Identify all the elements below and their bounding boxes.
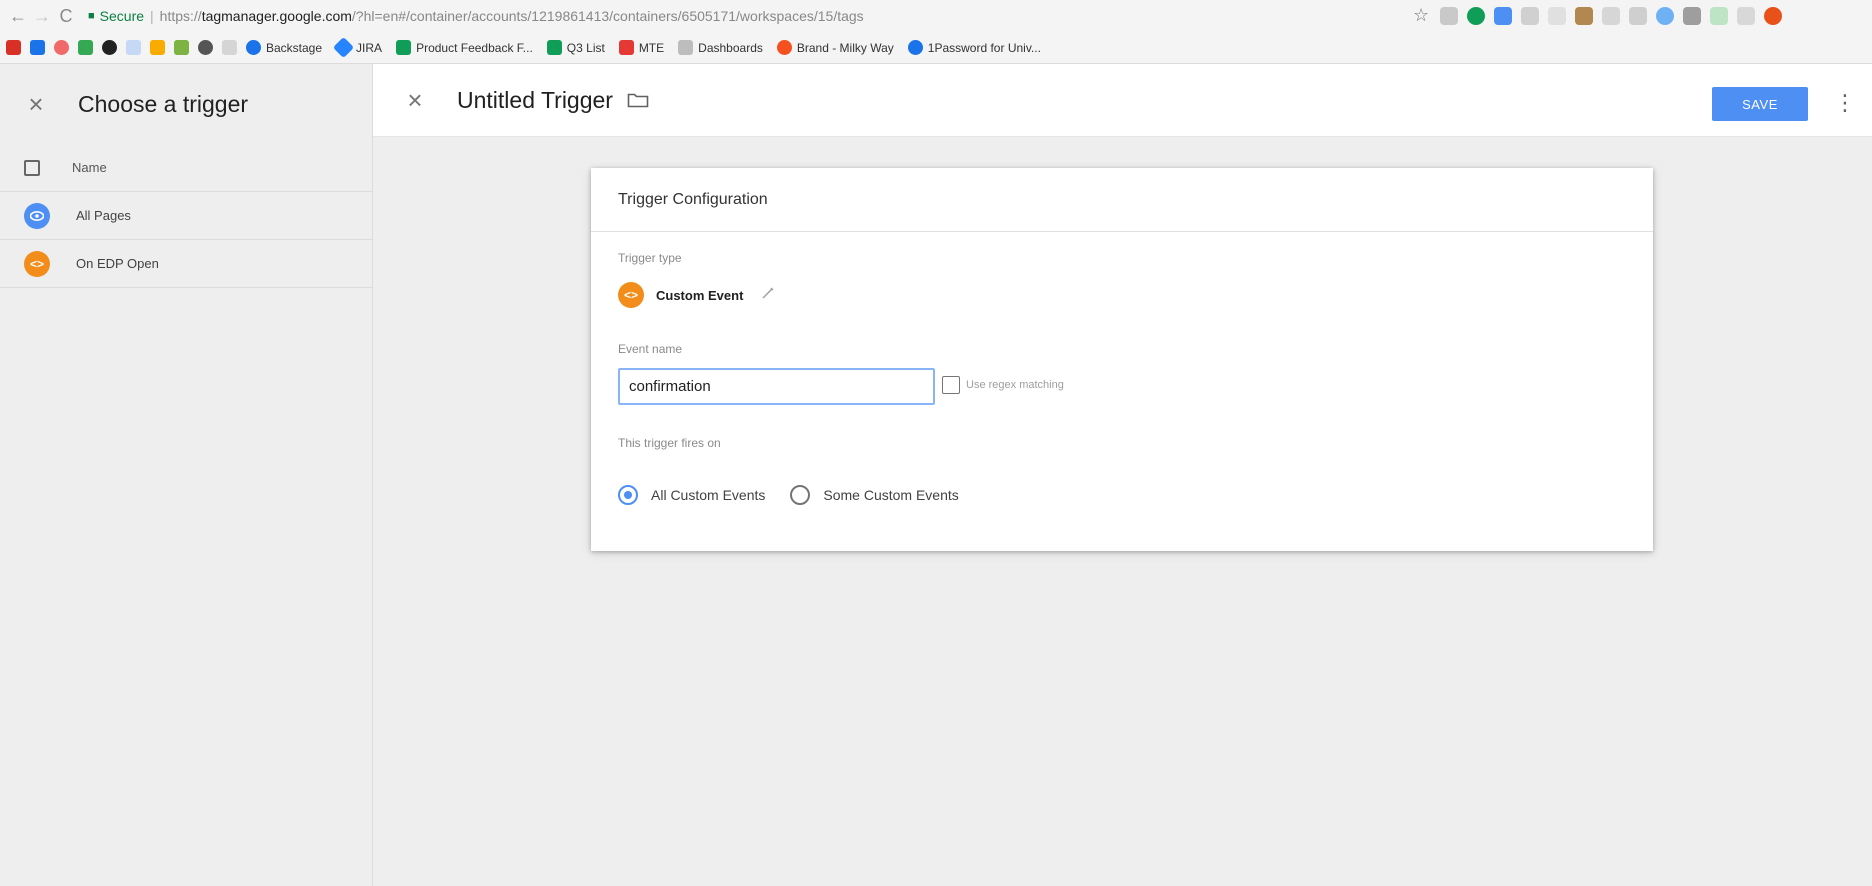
select-all-checkbox[interactable] (24, 159, 40, 176)
close-icon[interactable]: × (24, 89, 48, 120)
url-host: tagmanager.google.com (201, 8, 352, 24)
bookmark-q3-list[interactable]: Q3 List (546, 40, 605, 55)
extension-icons (1440, 7, 1782, 25)
extension-icon[interactable] (1737, 7, 1755, 25)
code-icon: <> (618, 282, 644, 308)
panel-header: × Choose a trigger (0, 64, 372, 144)
radio-all-custom-events[interactable] (618, 485, 638, 505)
bookmarks-bar: Backstage JIRA Product Feedback F... Q3 … (0, 32, 1872, 64)
folder-icon[interactable] (627, 92, 649, 108)
trigger-configuration-card: Trigger Configuration Trigger type <> Cu… (591, 168, 1653, 551)
bookmark-jira[interactable]: JIRA (332, 36, 383, 59)
bookmark-dashboards[interactable]: Dashboards (678, 40, 763, 55)
extension-icon[interactable] (1656, 7, 1674, 25)
extension-icon[interactable] (1521, 7, 1539, 25)
trigger-editor: × Untitled Trigger SAVE ⋮ Trigger Config… (373, 64, 1872, 886)
mte-icon (618, 40, 634, 55)
regex-checkbox[interactable] (942, 376, 960, 394)
url-scheme: https:// (159, 8, 202, 24)
column-header-name: Name (72, 160, 107, 175)
save-button[interactable]: SAVE (1712, 87, 1808, 121)
trigger-row-on-edp-open[interactable]: <> On EDP Open (0, 239, 372, 288)
drive-icon[interactable] (78, 40, 93, 55)
trigger-title[interactable]: Untitled Trigger (457, 87, 613, 114)
back-button[interactable]: ← (6, 6, 30, 27)
trigger-list-header: Name (0, 144, 372, 191)
calendar-icon[interactable] (30, 40, 45, 55)
bookmark-star-icon[interactable]: ☆ (1413, 5, 1429, 26)
radio-some-custom-events[interactable] (790, 485, 811, 505)
bookmark-backstage[interactable]: Backstage (246, 40, 322, 55)
bookmark-product-feedback[interactable]: Product Feedback F... (396, 40, 533, 55)
extension-icon[interactable] (1764, 7, 1782, 25)
bookmark-mte[interactable]: MTE (618, 40, 665, 55)
extension-icon[interactable] (1575, 7, 1593, 25)
1password-icon (907, 40, 923, 55)
extension-icon[interactable] (1467, 7, 1485, 25)
bookmark-label: Dashboards (698, 40, 763, 55)
secure-label: Secure (99, 8, 145, 24)
sheets-icon (396, 40, 412, 55)
more-options-icon[interactable]: ⋮ (1834, 90, 1856, 116)
card-heading: Trigger Configuration (591, 168, 1653, 232)
forward-button[interactable]: → (30, 6, 54, 27)
bookmark-label: 1Password for Univ... (927, 40, 1041, 55)
event-name-label: Event name (618, 342, 683, 356)
folder-icon (678, 40, 694, 55)
event-name-input[interactable] (618, 368, 935, 405)
close-icon[interactable]: × (403, 85, 427, 116)
trigger-type-label: Trigger type (618, 251, 682, 265)
radio-label: Some Custom Events (823, 487, 959, 503)
backstage-icon (246, 40, 261, 55)
extension-icon[interactable] (1494, 7, 1512, 25)
trigger-type-value: Custom Event (656, 287, 744, 303)
jira-icon (332, 36, 355, 59)
bookmark-label: Backstage (266, 40, 323, 55)
url-separator: | (150, 8, 154, 24)
reload-button[interactable]: C (54, 6, 78, 27)
regex-option[interactable]: Use regex matching (942, 376, 1064, 394)
clock-icon[interactable] (198, 40, 213, 55)
extension-icon[interactable] (1602, 7, 1620, 25)
analytics-icon[interactable] (150, 40, 165, 55)
extension-icon[interactable] (1683, 7, 1701, 25)
extension-icon[interactable] (1629, 7, 1647, 25)
eye-icon (24, 202, 50, 229)
radio-label: All Custom Events (651, 487, 766, 503)
bookmark-label: MTE (638, 40, 665, 55)
bookmark-1password[interactable]: 1Password for Univ... (907, 40, 1041, 55)
github-icon[interactable] (102, 40, 117, 55)
bookmark-label: JIRA (356, 40, 383, 55)
extension-icon[interactable] (1710, 7, 1728, 25)
url-field[interactable]: ■ Secure | https:// tagmanager.google.co… (88, 4, 864, 28)
extension-icon[interactable] (1548, 7, 1566, 25)
fires-on-options: All Custom Events Some Custom Events (618, 485, 959, 505)
brand-icon (776, 40, 792, 55)
regex-label: Use regex matching (966, 379, 1064, 391)
browser-address-bar: ← → C ■ Secure | https:// tagmanager.goo… (0, 0, 1872, 32)
bookmark-label: Brand - Milky Way (796, 40, 894, 55)
sheets-icon (546, 40, 562, 55)
wifi-icon[interactable] (126, 40, 141, 55)
editor-header: × Untitled Trigger SAVE ⋮ (373, 64, 1872, 137)
choose-trigger-panel: × Choose a trigger Name All Pages <> On … (0, 64, 373, 886)
trigger-label: On EDP Open (76, 256, 159, 271)
url-path: /?hl=en#/container/accounts/1219861413/c… (351, 8, 864, 24)
fires-on-label: This trigger fires on (618, 436, 721, 450)
lock-icon: ■ (88, 10, 95, 22)
code-icon: <> (24, 250, 50, 277)
bookmark-label: Q3 List (566, 40, 605, 55)
asana-icon[interactable] (54, 40, 69, 55)
bookmark-label: Product Feedback F... (416, 40, 533, 55)
panel-title: Choose a trigger (78, 90, 249, 117)
trigger-label: All Pages (76, 208, 131, 223)
extension-icon[interactable] (1440, 7, 1458, 25)
trigger-type-selector[interactable]: <> Custom Event (618, 282, 775, 308)
gmail-icon[interactable] (6, 40, 21, 55)
edit-pencil-icon[interactable] (761, 286, 775, 304)
trigger-row-all-pages[interactable]: All Pages (0, 191, 372, 239)
bookmark-brand-milky-way[interactable]: Brand - Milky Way (776, 40, 894, 55)
bookmark-icon[interactable] (174, 40, 189, 55)
bookmark-icon[interactable] (222, 40, 237, 55)
